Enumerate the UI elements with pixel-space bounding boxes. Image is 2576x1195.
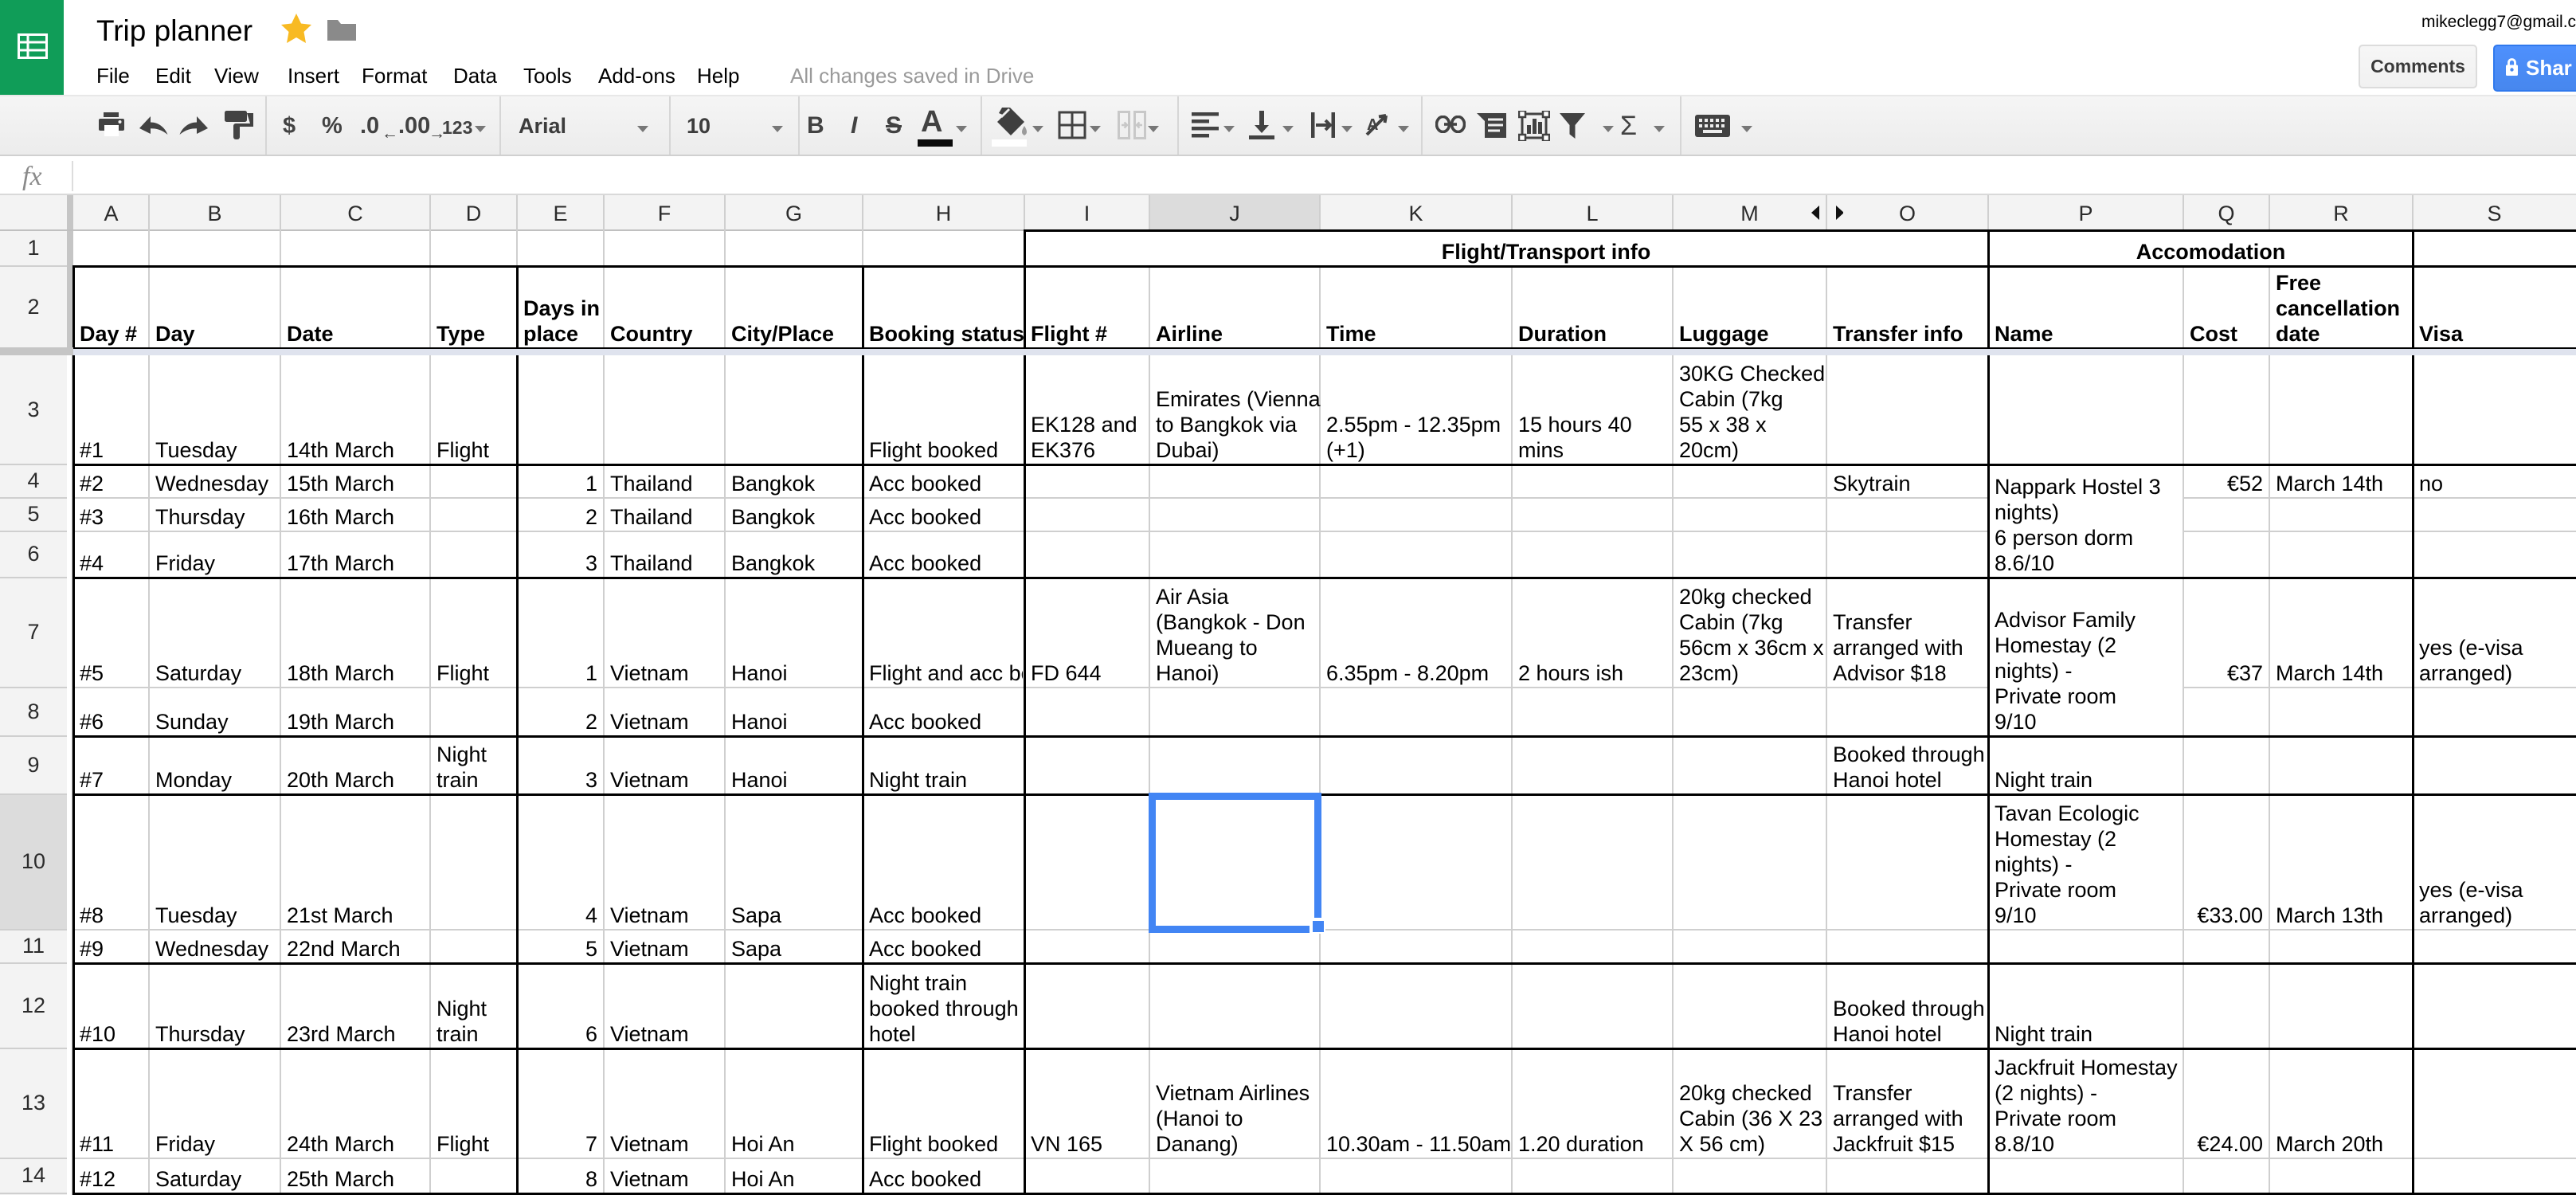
svg-text:A: A [1367,116,1378,134]
